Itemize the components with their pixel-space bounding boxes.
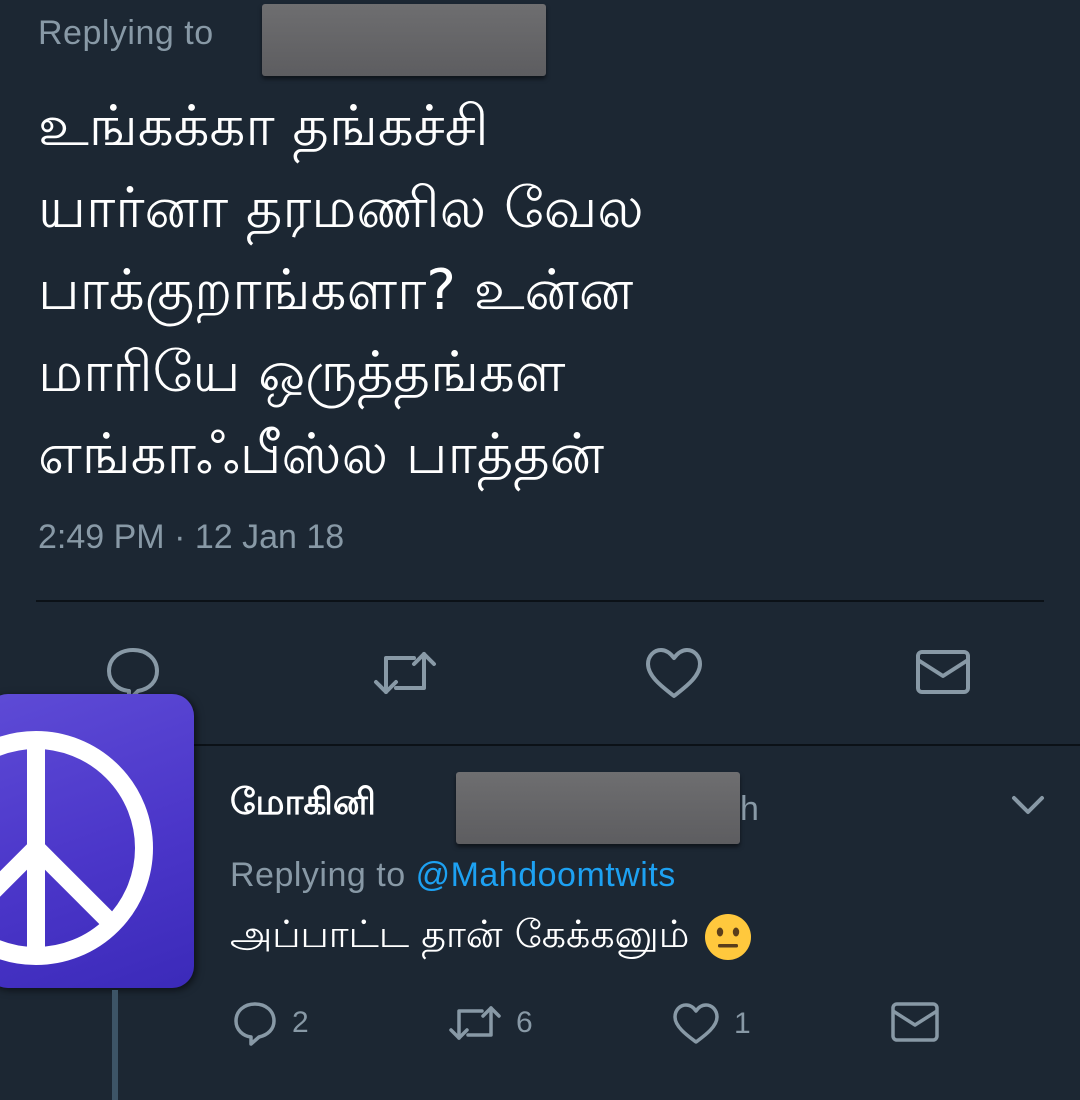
replying-to-label: Replying to [230, 856, 406, 894]
thread-connector-line [112, 990, 118, 1100]
replying-to-handle-link[interactable]: @Mahdoomtwits [416, 856, 676, 894]
redacted-handle [456, 772, 740, 844]
display-name[interactable]: மோகினி [230, 782, 376, 828]
tweet-timestamp[interactable]: 2:49 PM · 12 Jan 18 [38, 518, 344, 557]
retweet-action[interactable]: 6 [448, 1002, 533, 1044]
peace-sign-icon [0, 731, 153, 965]
like-count: 1 [734, 1007, 751, 1040]
mail-icon[interactable] [914, 646, 972, 698]
dm-action[interactable] [890, 1000, 940, 1044]
tweet-line: யார்னா தரமணில வேல [38, 176, 644, 241]
handle-tail: h [740, 790, 759, 828]
heart-icon [673, 1003, 719, 1044]
main-tweet-text: உங்கக்கா தங்கச்சி யார்னா தரமணில வேல பாக்… [38, 86, 998, 496]
heart-icon[interactable] [644, 646, 704, 700]
redacted-handle [262, 4, 546, 76]
reply-replying-to: Replying to @Mahdoomtwits [230, 856, 676, 895]
tweet-line: பாக்குறாங்களா? உன்ன [38, 258, 634, 323]
reply-icon [234, 1002, 276, 1046]
reply-count: 2 [292, 1006, 309, 1039]
retweet-count: 6 [516, 1006, 533, 1039]
tweet-thread-view: Replying to உங்கக்கா தங்கச்சி யார்னா தரம… [0, 0, 1080, 1100]
avatar[interactable] [0, 694, 194, 988]
neutral-face-emoji-icon [705, 914, 752, 960]
replying-to-label: Replying to [38, 14, 214, 52]
mail-icon [891, 1002, 939, 1042]
reply-text-content: அப்பாட்ட தான் கேக்கனும் [230, 912, 690, 956]
tweet-line: மாரியே ஒருத்தங்கள [38, 340, 566, 405]
like-action[interactable]: 1 [672, 1002, 751, 1046]
reply-action[interactable]: 2 [232, 1000, 309, 1046]
divider [36, 600, 1044, 602]
retweet-icon[interactable] [372, 646, 438, 700]
chevron-down-icon[interactable] [1010, 794, 1046, 822]
reply-tweet-text: அப்பாட்ட தான் கேக்கனும் [230, 912, 753, 962]
tweet-line: எங்காஃபீஸ்ல பாத்தன் [38, 422, 605, 487]
retweet-icon [449, 1006, 501, 1040]
tweet-line: உங்கக்கா தங்கச்சி [38, 94, 489, 159]
